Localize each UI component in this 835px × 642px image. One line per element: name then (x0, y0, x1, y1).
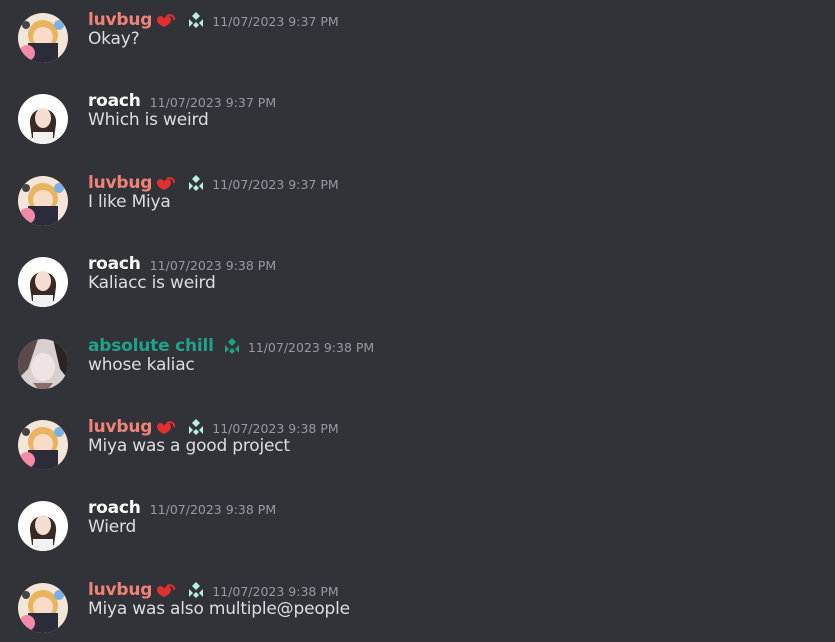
chat-message: roach 11/07/2023 9:38 PM Kaliacc is weir… (0, 244, 835, 316)
username-luvbug[interactable]: luvbug (88, 417, 152, 437)
username-roach[interactable]: roach (88, 254, 141, 274)
message-timestamp[interactable]: 11/07/2023 9:38 PM (212, 421, 338, 436)
message-timestamp[interactable]: 11/07/2023 9:38 PM (150, 502, 276, 517)
message-content: Wierd (88, 517, 137, 537)
message-timestamp[interactable]: 11/07/2023 9:37 PM (212, 177, 338, 192)
message-content: Kaliacc is weird (88, 273, 216, 293)
avatar-roach[interactable] (18, 257, 68, 307)
message-content: whose kaliac (88, 355, 195, 375)
message-header: luvbug 11/07/2023 9:37 PM (88, 172, 339, 194)
red-heart-chain-icon[interactable] (154, 175, 176, 191)
avatar-roach-image (18, 257, 68, 307)
red-heart-chain-icon[interactable] (154, 12, 176, 28)
chat-message-list: luvbug 11/07/2023 9:37 PM Okay? roach 11… (0, 0, 835, 641)
message-timestamp[interactable]: 11/07/2023 9:37 PM (150, 95, 276, 110)
avatar-roach-image (18, 501, 68, 551)
server-boost-badge-icon[interactable] (186, 417, 206, 437)
message-content: Which is weird (88, 110, 209, 130)
server-boost-badge-icon[interactable] (186, 173, 206, 193)
avatar-roach[interactable] (18, 94, 68, 144)
message-timestamp[interactable]: 11/07/2023 9:38 PM (150, 258, 276, 273)
chat-message: luvbug 11/07/2023 9:38 PM Miya was a goo… (0, 407, 835, 479)
message-header: roach 11/07/2023 9:37 PM (88, 90, 276, 112)
username-luvbug[interactable]: luvbug (88, 10, 152, 30)
chat-message: absolute chill 11/07/2023 9:38 PM whose … (0, 326, 835, 398)
message-content: Miya was a good project (88, 436, 290, 456)
avatar-roach[interactable] (18, 501, 68, 551)
username-absolute-chill[interactable]: absolute chill (88, 336, 214, 356)
avatar-luvbug[interactable] (18, 583, 68, 633)
avatar-luvbug[interactable] (18, 176, 68, 226)
username-roach[interactable]: roach (88, 91, 141, 111)
avatar-absolute-chill[interactable] (18, 339, 68, 389)
chat-message: luvbug 11/07/2023 9:38 PM Miya was also … (0, 570, 835, 642)
server-boost-badge-icon[interactable] (186, 580, 206, 600)
avatar-luvbug-image (18, 176, 68, 226)
chat-message: roach 11/07/2023 9:37 PM Which is weird (0, 81, 835, 153)
message-timestamp[interactable]: 11/07/2023 9:37 PM (212, 14, 338, 29)
server-boost-badge-icon[interactable] (222, 336, 242, 356)
avatar-luvbug-image (18, 420, 68, 470)
chat-message: roach 11/07/2023 9:38 PM Wierd (0, 488, 835, 560)
avatar-luvbug-image (18, 13, 68, 63)
red-heart-chain-icon[interactable] (154, 582, 176, 598)
message-header: luvbug 11/07/2023 9:38 PM (88, 579, 339, 601)
avatar-luvbug-image (18, 583, 68, 633)
chat-message: luvbug 11/07/2023 9:37 PM Okay? (0, 0, 835, 72)
username-roach[interactable]: roach (88, 498, 141, 518)
avatar-absolute-chill-image (18, 339, 68, 389)
avatar-luvbug[interactable] (18, 420, 68, 470)
server-boost-badge-icon[interactable] (186, 10, 206, 30)
message-header: absolute chill 11/07/2023 9:38 PM (88, 335, 374, 357)
message-header: roach 11/07/2023 9:38 PM (88, 253, 276, 275)
message-timestamp[interactable]: 11/07/2023 9:38 PM (248, 340, 374, 355)
chat-message: luvbug 11/07/2023 9:37 PM I like Miya (0, 163, 835, 235)
message-header: roach 11/07/2023 9:38 PM (88, 497, 276, 519)
message-header: luvbug 11/07/2023 9:38 PM (88, 416, 339, 438)
message-content: Miya was also multiple@people (88, 599, 350, 619)
message-header: luvbug 11/07/2023 9:37 PM (88, 9, 339, 31)
username-luvbug[interactable]: luvbug (88, 580, 152, 600)
avatar-luvbug[interactable] (18, 13, 68, 63)
avatar-roach-image (18, 94, 68, 144)
message-timestamp[interactable]: 11/07/2023 9:38 PM (212, 584, 338, 599)
red-heart-chain-icon[interactable] (154, 419, 176, 435)
message-content: I like Miya (88, 192, 171, 212)
username-luvbug[interactable]: luvbug (88, 173, 152, 193)
message-content: Okay? (88, 29, 140, 49)
